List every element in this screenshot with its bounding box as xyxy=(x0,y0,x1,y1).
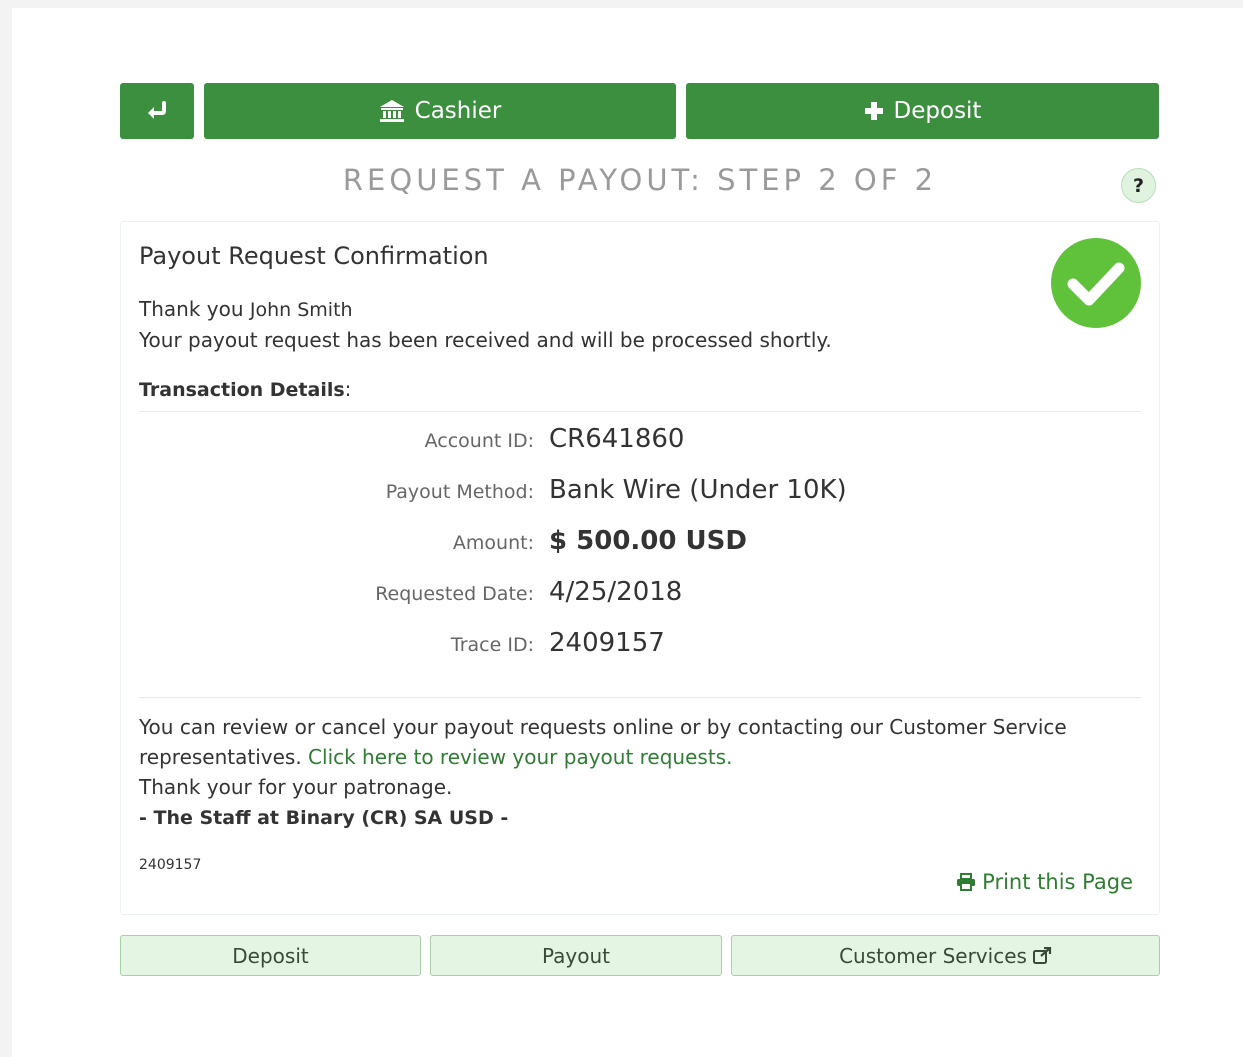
back-button[interactable] xyxy=(120,83,194,139)
review-message: You can review or cancel your payout req… xyxy=(139,712,1141,833)
cashier-panel: Cashier Deposit REQUEST A PAYOUT: STEP 2… xyxy=(120,83,1160,976)
received-message: Your payout request has been received an… xyxy=(139,328,832,352)
staff-signature: - The Staff at Binary (CR) SA USD - xyxy=(139,807,509,829)
thank-you-message: Thank you John Smith Your payout request… xyxy=(139,294,1141,355)
confirmation-card: Payout Request Confirmation Thank you Jo… xyxy=(120,221,1160,915)
requested-date-value: 4/25/2018 xyxy=(549,577,683,607)
top-navigation: Cashier Deposit xyxy=(120,83,1160,139)
detail-row-amount: Amount: $ 500.00 USD xyxy=(139,526,1141,577)
transaction-details-heading: Transaction Details: xyxy=(139,377,1141,412)
deposit-label: Deposit xyxy=(893,98,982,124)
details-heading-text: Transaction Details xyxy=(139,379,345,401)
user-name: John Smith xyxy=(249,299,353,321)
cashier-button[interactable]: Cashier xyxy=(204,83,676,139)
page-title: REQUEST A PAYOUT: STEP 2 OF 2 xyxy=(342,163,938,197)
details-heading-colon: : xyxy=(344,377,352,401)
external-link-icon xyxy=(1032,946,1052,965)
check-circle-icon xyxy=(1051,238,1141,328)
printer-icon xyxy=(956,873,976,891)
card-title: Payout Request Confirmation xyxy=(139,242,489,270)
page: Cashier Deposit REQUEST A PAYOUT: STEP 2… xyxy=(12,8,1243,1057)
thank-prefix: Thank you xyxy=(139,297,244,321)
detail-row-account-id: Account ID: CR641860 xyxy=(139,424,1141,475)
amount-value: $ 500.00 USD xyxy=(549,526,747,556)
detail-label: Amount: xyxy=(452,532,534,554)
trace-id-value: 2409157 xyxy=(549,628,665,658)
payout-button[interactable]: Payout xyxy=(430,935,722,976)
deposit-button[interactable]: Deposit xyxy=(120,935,421,976)
customer-services-label: Customer Services xyxy=(839,943,1027,968)
print-page-link[interactable]: Print this Page xyxy=(956,870,1133,894)
detail-row-trace-id: Trace ID: 2409157 xyxy=(139,628,1141,679)
detail-label: Account ID: xyxy=(424,430,534,452)
payout-button-label: Payout xyxy=(541,943,610,968)
return-arrow-icon xyxy=(145,101,169,121)
help-icon: ? xyxy=(1132,174,1145,197)
review-payouts-link[interactable]: Click here to review your payout request… xyxy=(308,745,732,769)
detail-label: Trace ID: xyxy=(450,634,534,656)
cashier-label: Cashier xyxy=(414,98,502,124)
deposit-top-button[interactable]: Deposit xyxy=(686,83,1159,139)
account-id-value: CR641860 xyxy=(549,424,685,454)
help-button[interactable]: ? xyxy=(1121,168,1156,203)
plus-icon xyxy=(864,101,884,121)
deposit-button-label: Deposit xyxy=(232,943,309,968)
transaction-details: Account ID: CR641860 Payout Method: Bank… xyxy=(139,412,1141,698)
detail-row-requested-date: Requested Date: 4/25/2018 xyxy=(139,577,1141,628)
customer-services-button[interactable]: Customer Services xyxy=(731,935,1160,976)
step-title-bar: REQUEST A PAYOUT: STEP 2 OF 2 ? xyxy=(120,139,1160,221)
detail-label: Payout Method: xyxy=(385,481,534,503)
print-label: Print this Page xyxy=(982,870,1133,894)
payout-method-value: Bank Wire (Under 10K) xyxy=(549,475,847,505)
patronage-text: Thank your for your patronage. xyxy=(139,775,453,799)
detail-row-payout-method: Payout Method: Bank Wire (Under 10K) xyxy=(139,475,1141,526)
detail-label: Requested Date: xyxy=(375,583,534,605)
bottom-navigation: Deposit Payout Customer Services xyxy=(120,935,1160,976)
bank-icon xyxy=(379,99,405,123)
